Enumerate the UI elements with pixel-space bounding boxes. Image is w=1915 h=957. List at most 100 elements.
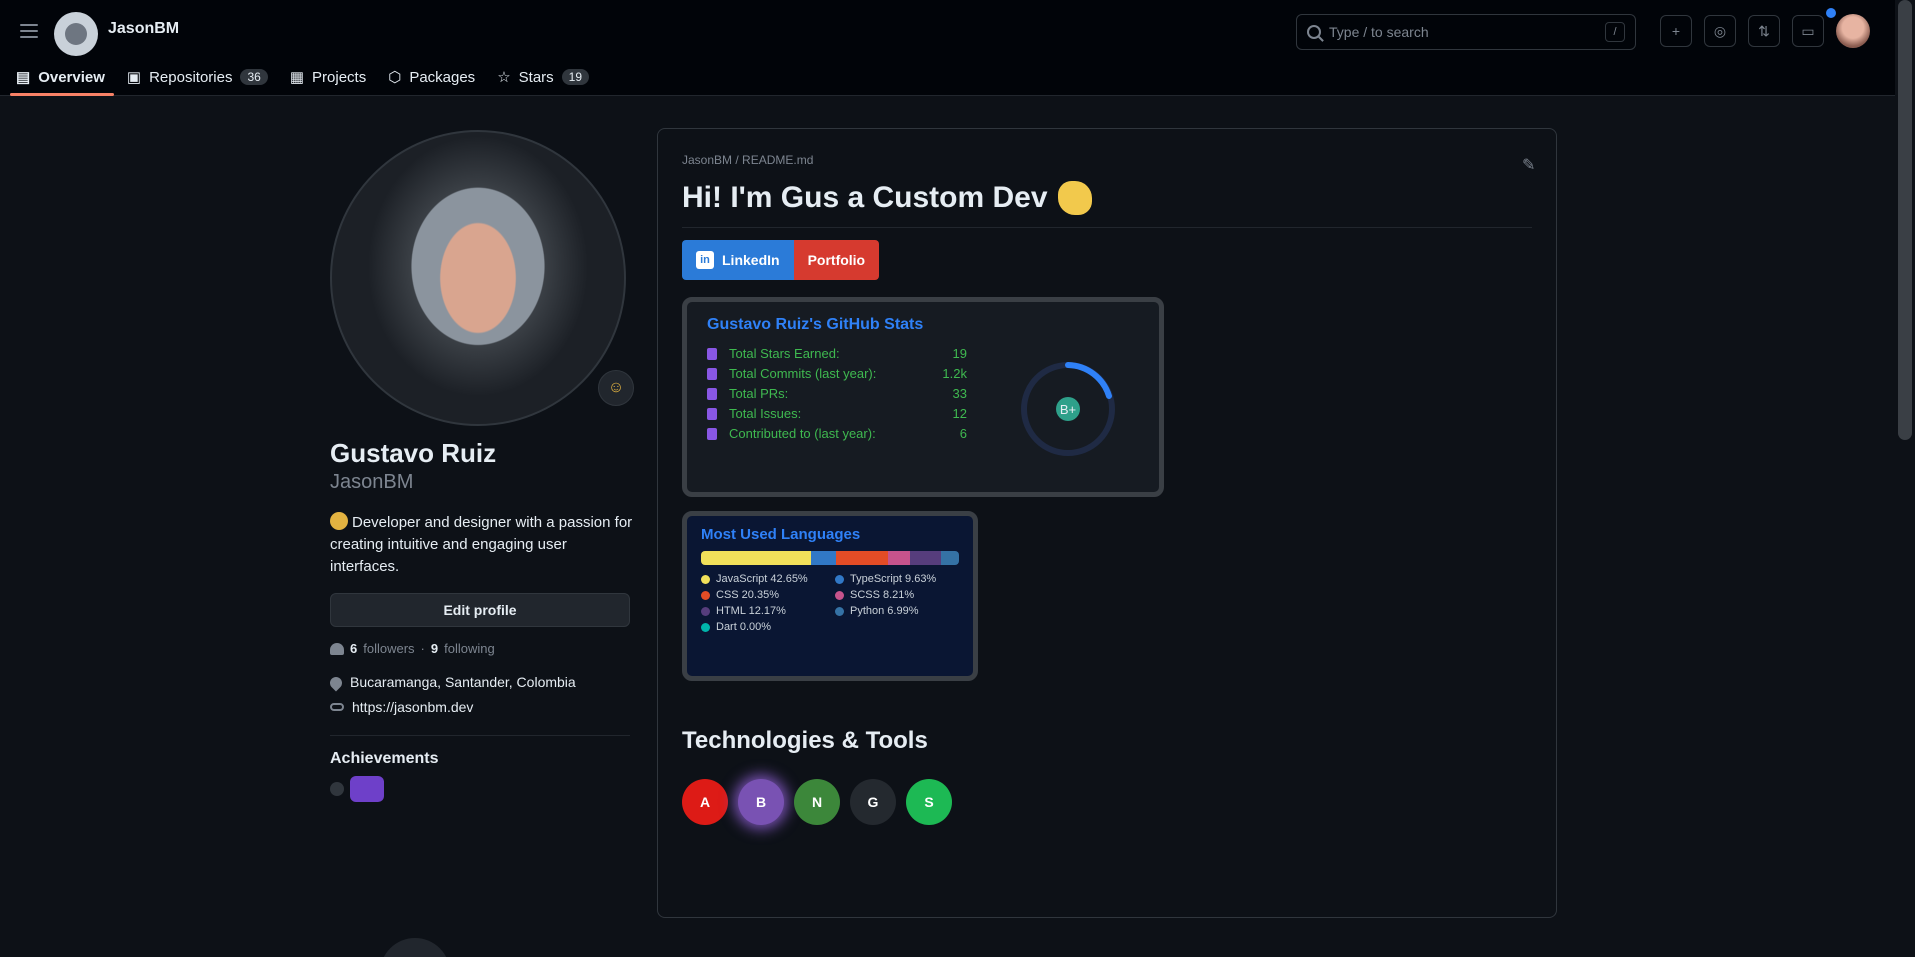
search-input[interactable]: Type / to search / bbox=[1296, 14, 1636, 50]
linkedin-badge[interactable]: in LinkedIn bbox=[682, 240, 794, 280]
tab-packages[interactable]: ⬡ Packages bbox=[388, 68, 475, 87]
followers-label[interactable]: followers bbox=[363, 641, 414, 656]
user-avatar[interactable] bbox=[1836, 14, 1870, 48]
angular-icon[interactable]: A bbox=[682, 779, 728, 825]
stat-icon bbox=[707, 347, 717, 360]
github-icon[interactable]: G bbox=[850, 779, 896, 825]
profile-details: Bucaramanga, Santander, Colombia https:/… bbox=[327, 670, 640, 720]
set-status-smiley-icon[interactable]: ☺ bbox=[598, 370, 634, 406]
language-dot-icon bbox=[701, 574, 710, 584]
stat-value: 19 bbox=[952, 346, 967, 361]
language-dot-icon bbox=[701, 590, 710, 600]
stat-label: Total Issues: bbox=[729, 406, 802, 421]
github-logo-icon[interactable] bbox=[54, 12, 98, 56]
tab-projects[interactable]: ▦ Projects bbox=[289, 68, 367, 87]
stat-icon bbox=[707, 367, 717, 380]
edit-profile-button[interactable]: Edit profile bbox=[330, 593, 630, 628]
stat-value: 6 bbox=[959, 426, 967, 441]
tab-repositories[interactable]: ▣ Repositories 36 bbox=[127, 68, 268, 86]
scrollbar-thumb[interactable] bbox=[1898, 0, 1912, 440]
issues-icon[interactable]: ◎ bbox=[1704, 15, 1736, 47]
star-icon: ☆ bbox=[497, 69, 511, 86]
divider bbox=[682, 227, 1532, 228]
language-dot-icon bbox=[701, 606, 710, 616]
language-item: CSS 20.35% bbox=[701, 589, 825, 601]
technologies-heading: Technologies & Tools bbox=[682, 727, 928, 754]
language-bar-segment bbox=[835, 551, 889, 565]
bio-text: Developer and designer with a passion fo… bbox=[330, 514, 633, 575]
stats-title: Gustavo Ruiz's GitHub Stats bbox=[707, 316, 924, 333]
language-bar-segment bbox=[811, 551, 836, 565]
website-row: https://jasonbm.dev bbox=[330, 695, 640, 720]
profile-tabs: ▤ Overview ▣ Repositories 36 ▦ Projects … bbox=[16, 58, 590, 96]
language-dot-icon bbox=[701, 622, 710, 632]
search-shortcut-key: / bbox=[1605, 22, 1625, 42]
tab-overview[interactable]: ▤ Overview bbox=[16, 68, 105, 87]
portfolio-badge[interactable]: Portfolio bbox=[793, 240, 880, 280]
tab-counter: 19 bbox=[561, 69, 590, 85]
shield-badges: in LinkedIn Portfolio bbox=[682, 240, 1532, 280]
language-bar-segment bbox=[940, 551, 959, 565]
technologies-icons: ABNGS bbox=[682, 779, 952, 825]
stats-row: Total Stars Earned: 19 bbox=[707, 346, 967, 361]
language-dot-icon bbox=[835, 606, 844, 616]
stats-row: Total Issues: 12 bbox=[707, 406, 967, 421]
language-item: Python 6.99% bbox=[835, 605, 959, 617]
tab-stars[interactable]: ☆ Stars 19 bbox=[497, 68, 590, 86]
language-bar-segment bbox=[701, 551, 812, 565]
divider bbox=[330, 735, 630, 737]
tab-label: Stars bbox=[518, 68, 554, 86]
package-icon: ⬡ bbox=[388, 69, 402, 86]
inbox-icon[interactable]: ▭ bbox=[1792, 15, 1824, 47]
language-bar-segment bbox=[909, 551, 941, 565]
readme-title-text: Hi! I'm Gus a Custom Dev bbox=[682, 181, 1048, 214]
hamburger-menu-icon[interactable] bbox=[14, 16, 44, 46]
stats-row: Total PRs: 33 bbox=[707, 386, 967, 401]
notification-dot-icon bbox=[1826, 8, 1836, 18]
following-label[interactable]: following bbox=[444, 641, 495, 656]
profile-login: JasonBM bbox=[330, 471, 414, 493]
nodejs-icon[interactable]: N bbox=[794, 779, 840, 825]
emoji-icon bbox=[330, 512, 348, 530]
stat-value: 12 bbox=[952, 406, 967, 421]
pencil-icon[interactable]: ✎ bbox=[1522, 155, 1542, 175]
language-dot-icon bbox=[835, 574, 844, 584]
following-count[interactable]: 9 bbox=[431, 641, 438, 656]
achievements-heading[interactable]: Achievements bbox=[330, 750, 640, 768]
languages-bar bbox=[701, 551, 959, 565]
location-row: Bucaramanga, Santander, Colombia bbox=[327, 670, 640, 695]
table-icon: ▦ bbox=[289, 69, 305, 86]
stats-row: Contributed to (last year): 6 bbox=[707, 426, 967, 441]
profile-sidebar: ☺ Gustavo Ruiz JasonBM Developer and des… bbox=[327, 130, 640, 803]
achievement-badges bbox=[330, 776, 640, 803]
top-languages-card[interactable]: Most Used Languages JavaScript 42.65% Typ… bbox=[682, 511, 978, 681]
grade-text: B+ bbox=[1060, 402, 1076, 417]
profile-avatar[interactable] bbox=[330, 130, 626, 426]
repo-icon: ▣ bbox=[126, 69, 142, 86]
tab-label: Projects bbox=[312, 68, 367, 86]
location-pin-icon bbox=[327, 674, 345, 691]
language-item: TypeScript 9.63% bbox=[835, 573, 959, 585]
language-label: TypeScript 9.63% bbox=[850, 573, 937, 585]
badge-label: Portfolio bbox=[807, 252, 866, 268]
active-tab-indicator bbox=[10, 93, 114, 96]
stat-value: 33 bbox=[952, 386, 967, 401]
stat-label: Contributed to (last year): bbox=[729, 426, 876, 441]
bootstrap-icon[interactable]: B bbox=[738, 779, 784, 825]
achievement-small-icon[interactable] bbox=[330, 782, 344, 797]
spotify-icon[interactable]: S bbox=[906, 779, 952, 825]
stat-value: 1.2k bbox=[942, 366, 967, 381]
readme-path[interactable]: JasonBM / README.md bbox=[682, 153, 1532, 167]
github-stats-card[interactable]: Gustavo Ruiz's GitHub Stats Total Stars … bbox=[682, 297, 1164, 497]
language-bar-segment bbox=[888, 551, 910, 565]
language-item: JavaScript 42.65% bbox=[701, 573, 825, 585]
plus-icon[interactable]: + bbox=[1660, 15, 1692, 47]
website-link[interactable]: https://jasonbm.dev bbox=[352, 695, 473, 720]
breadcrumb-username[interactable]: JasonBM bbox=[108, 20, 179, 38]
pulls-icon[interactable]: ⇅ bbox=[1748, 15, 1780, 47]
badge-label: LinkedIn bbox=[722, 252, 780, 268]
followers-count[interactable]: 6 bbox=[350, 641, 357, 656]
language-dot-icon bbox=[835, 590, 844, 600]
stats-row: Total Commits (last year): 1.2k bbox=[707, 366, 967, 381]
achievement-badge-icon[interactable] bbox=[350, 776, 384, 803]
